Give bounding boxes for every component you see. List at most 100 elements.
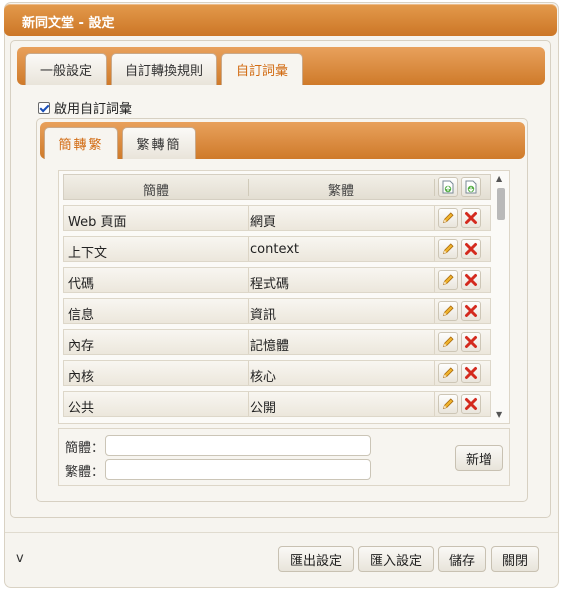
- vocabulary-table: 簡體 繁體 Web 頁面 網頁上下文 context 代碼 程式碼信息 資訊內存 記憶體內核…: [58, 170, 510, 424]
- export-settings-button[interactable]: 匯出設定: [278, 546, 354, 572]
- simplified-cell: 內存: [68, 339, 95, 354]
- import-list-icon: [442, 180, 454, 194]
- delete-button[interactable]: [461, 363, 481, 383]
- cell-divider: [434, 361, 435, 385]
- delete-button[interactable]: [461, 270, 481, 290]
- cell-divider: [248, 268, 249, 292]
- x-svg: [465, 212, 477, 224]
- edit-button[interactable]: [438, 270, 458, 290]
- subtab-simp-to-trad[interactable]: 簡轉繁: [44, 127, 118, 159]
- simplified-cell: 公共: [68, 401, 95, 416]
- pencil-svg: [442, 367, 454, 379]
- traditional-cell: context: [250, 242, 299, 257]
- traditional-cell: 公開: [250, 401, 277, 416]
- pencil-icon: [441, 211, 455, 225]
- x-svg: [465, 243, 477, 255]
- simplified-cell: 上下文: [68, 246, 108, 261]
- table-row[interactable]: 內核 核心: [63, 360, 491, 386]
- version-label: v: [16, 551, 24, 566]
- delete-button[interactable]: [461, 394, 481, 414]
- traditional-input[interactable]: [105, 459, 371, 480]
- enable-vocabulary-checkbox[interactable]: [38, 101, 50, 114]
- traditional-field-label: 繁體：: [65, 465, 105, 480]
- cell-divider: [248, 392, 249, 416]
- pencil-icon: [441, 366, 455, 380]
- scroll-thumb[interactable]: [497, 188, 505, 220]
- export-list-button[interactable]: [461, 177, 481, 197]
- cell-divider: [434, 392, 435, 416]
- edit-button[interactable]: [438, 332, 458, 352]
- import-list-button[interactable]: [438, 177, 458, 197]
- traditional-cell: 程式碼: [250, 277, 290, 292]
- cell-divider: [434, 268, 435, 292]
- save-button[interactable]: 儲存: [438, 546, 486, 572]
- edit-button[interactable]: [438, 363, 458, 383]
- simplified-cell: 代碼: [68, 277, 95, 292]
- traditional-cell: 核心: [250, 370, 277, 385]
- subtab-bar: 簡轉繁 繁轉簡: [40, 122, 525, 159]
- edit-button[interactable]: [438, 394, 458, 414]
- pencil-svg: [442, 212, 454, 224]
- scroll-down-icon[interactable]: ▼: [496, 410, 502, 419]
- simplified-input[interactable]: [105, 435, 371, 456]
- pencil-svg: [442, 398, 454, 410]
- traditional-cell: 記憶體: [250, 339, 290, 354]
- header-traditional: 繁體: [327, 184, 354, 199]
- footer-divider: [5, 532, 558, 533]
- enable-vocabulary-label: 啟用自訂詞彙: [54, 102, 133, 117]
- delete-icon: [464, 273, 478, 287]
- pencil-icon: [441, 335, 455, 349]
- delete-button[interactable]: [461, 208, 481, 228]
- enable-vocabulary-option[interactable]: 啟用自訂詞彙: [38, 98, 132, 117]
- delete-button[interactable]: [461, 239, 481, 259]
- delete-button[interactable]: [461, 332, 481, 352]
- delete-icon: [464, 242, 478, 256]
- pencil-icon: [441, 242, 455, 256]
- simplified-cell: 信息: [68, 308, 95, 323]
- close-button[interactable]: 關閉: [491, 546, 539, 572]
- table-scrollbar[interactable]: ▲ ▼: [495, 174, 507, 420]
- x-svg: [465, 367, 477, 379]
- table-row[interactable]: 公共 公開: [63, 391, 491, 417]
- table-row[interactable]: Web 頁面 網頁: [63, 205, 491, 231]
- pencil-svg: [442, 305, 454, 317]
- title-bar: 新同文堂 - 設定: [4, 4, 557, 36]
- simplified-field-label: 簡體：: [65, 441, 105, 456]
- delete-icon: [464, 335, 478, 349]
- simplified-cell: Web 頁面: [68, 215, 127, 230]
- subtab-trad-to-simp[interactable]: 繁轉簡: [122, 127, 196, 159]
- delete-icon: [464, 304, 478, 318]
- edit-button[interactable]: [438, 239, 458, 259]
- tab-general[interactable]: 一般設定: [25, 53, 107, 85]
- x-svg: [465, 305, 477, 317]
- table-header: 簡體 繁體: [63, 174, 491, 200]
- pencil-icon: [441, 304, 455, 318]
- pencil-svg: [442, 274, 454, 286]
- delete-button[interactable]: [461, 301, 481, 321]
- delete-icon: [464, 397, 478, 411]
- simplified-cell: 內核: [68, 370, 95, 385]
- cell-divider: [248, 299, 249, 323]
- x-svg: [465, 398, 477, 410]
- table-row[interactable]: 代碼 程式碼: [63, 267, 491, 293]
- tab-custom-vocabulary[interactable]: 自訂詞彙: [221, 53, 303, 85]
- delete-icon: [464, 211, 478, 225]
- export-list-icon: [465, 180, 477, 194]
- cell-divider: [434, 206, 435, 230]
- cell-divider: [434, 299, 435, 323]
- edit-button[interactable]: [438, 301, 458, 321]
- scroll-up-icon[interactable]: ▲: [496, 174, 502, 183]
- cell-divider: [248, 330, 249, 354]
- table-row[interactable]: 信息 資訊: [63, 298, 491, 324]
- edit-button[interactable]: [438, 208, 458, 228]
- tab-custom-rules[interactable]: 自訂轉換規則: [111, 53, 217, 85]
- window-title: 新同文堂 - 設定: [22, 16, 115, 31]
- import-settings-button[interactable]: 匯入設定: [358, 546, 434, 572]
- table-row[interactable]: 內存 記憶體: [63, 329, 491, 355]
- pencil-icon: [441, 273, 455, 287]
- delete-icon: [464, 366, 478, 380]
- header-divider: [434, 179, 435, 196]
- x-svg: [465, 274, 477, 286]
- table-row[interactable]: 上下文 context: [63, 236, 491, 262]
- add-button[interactable]: 新增: [455, 445, 503, 471]
